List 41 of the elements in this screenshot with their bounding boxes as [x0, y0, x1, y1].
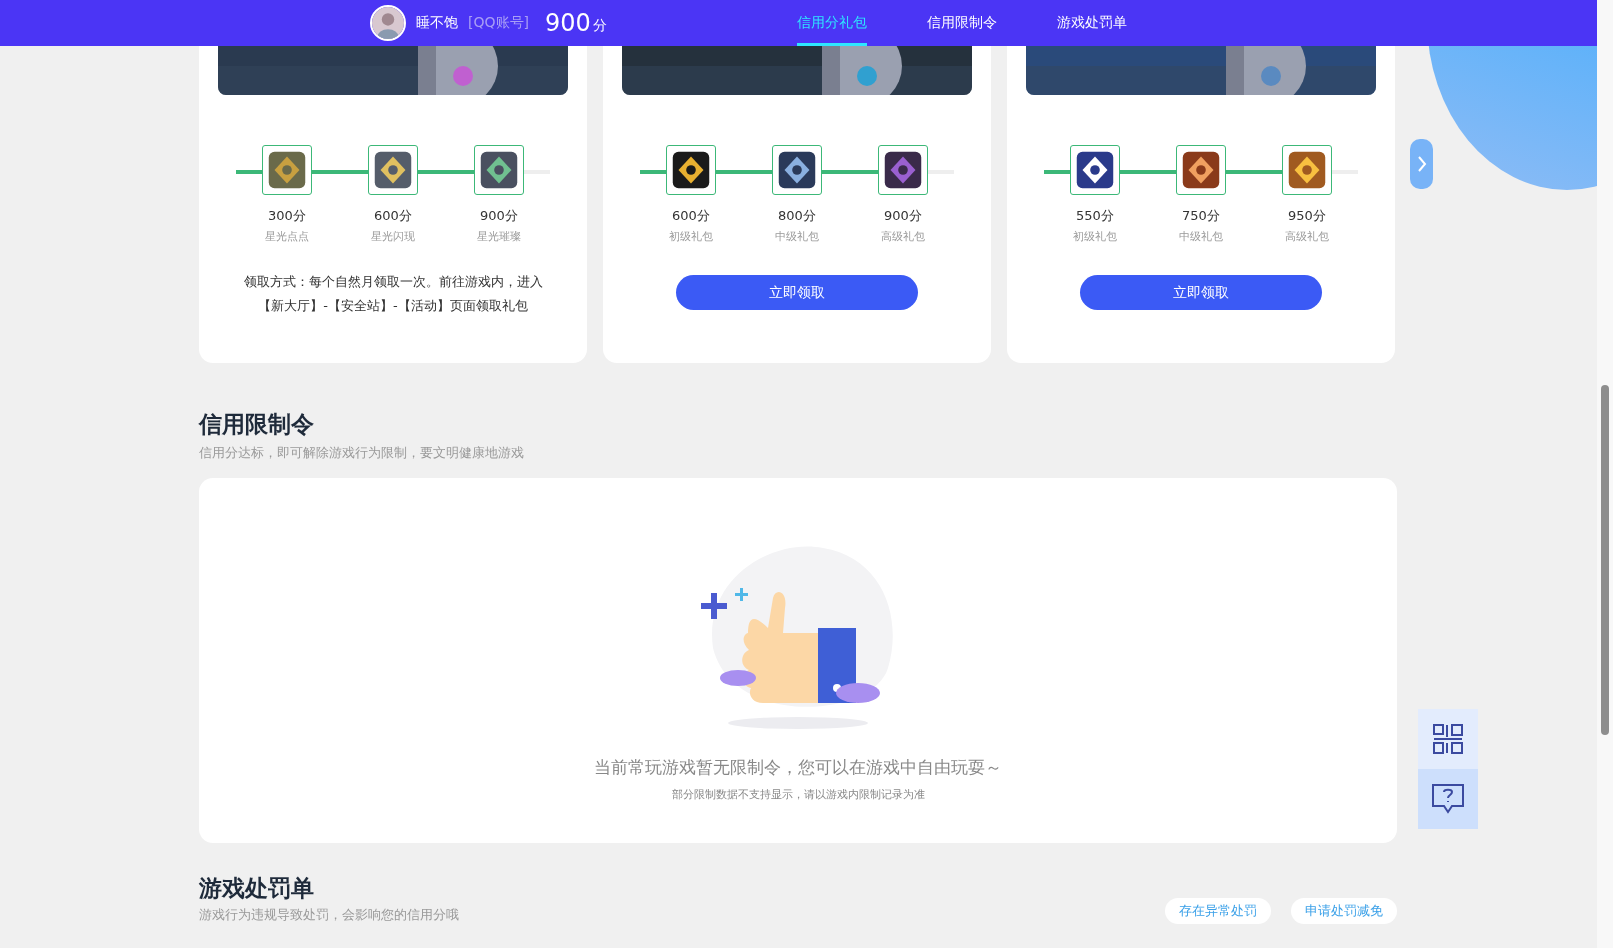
scrollbar[interactable]: [1597, 0, 1613, 948]
empty-note: 部分限制数据不支持显示，请以游戏内限制记录为准: [671, 787, 925, 802]
claim-instructions: 领取方式：每个自然月领取一次。前往游戏内，进入【新大厅】-【安全站】-【活动】页面领取礼包: [242, 273, 544, 315]
credit-score: 900: [544, 9, 591, 37]
claim-button[interactable]: 立即领取: [676, 275, 918, 310]
section-title: 游戏处罚单: [199, 874, 315, 903]
username: 睡不饱: [416, 14, 458, 32]
section-subtitle: 信用分达标，即可解除游戏行为限制，要文明健康地游戏: [199, 444, 525, 462]
score-unit: 分: [592, 17, 607, 35]
tier-points: 950分: [1288, 207, 1326, 225]
tier-name: 初级礼包: [1073, 229, 1117, 244]
penalty-button[interactable]: 存在异常处罚: [1165, 898, 1271, 924]
section-subtitle: 游戏行为违规导致处罚，会影响您的信用分哦: [199, 906, 459, 924]
tier-name: 高级礼包: [881, 229, 925, 244]
tier-points: 300分: [268, 207, 306, 225]
claim-button[interactable]: 立即领取: [1080, 275, 1322, 310]
qr-code-icon: [1432, 723, 1464, 755]
tier-points: 900分: [884, 207, 922, 225]
qr-code-button[interactable]: [1418, 709, 1478, 769]
tier-points: 600分: [374, 207, 412, 225]
nav-tab[interactable]: 游戏处罚单: [1056, 0, 1127, 46]
nav-tab[interactable]: 信用限制令: [926, 0, 997, 46]
help-button[interactable]: [1418, 769, 1478, 829]
tier-points: 800分: [778, 207, 816, 225]
tier-points: 600分: [672, 207, 710, 225]
penalty-button[interactable]: 申请处罚减免: [1291, 898, 1397, 924]
tier-name: 星光点点: [265, 229, 309, 244]
tier-name: 星光闪现: [371, 229, 415, 244]
section-title: 信用限制令: [199, 410, 315, 439]
tier-name: 初级礼包: [669, 229, 713, 244]
tier-name: 中级礼包: [775, 229, 819, 244]
tier-name: 高级礼包: [1285, 229, 1329, 244]
help-chat-icon: [1431, 783, 1465, 815]
tier-points: 550分: [1076, 207, 1114, 225]
tier-points: 750分: [1182, 207, 1220, 225]
chevron-right-icon: [1416, 155, 1427, 173]
account-type: [QQ账号]: [468, 14, 529, 32]
tier-name: 中级礼包: [1179, 229, 1223, 244]
tier-points: 900分: [480, 207, 518, 225]
tier-name: 星光璀璨: [477, 229, 521, 244]
empty-message: 当前常玩游戏暂无限制令，您可以在游戏中自由玩耍～: [594, 756, 1002, 779]
